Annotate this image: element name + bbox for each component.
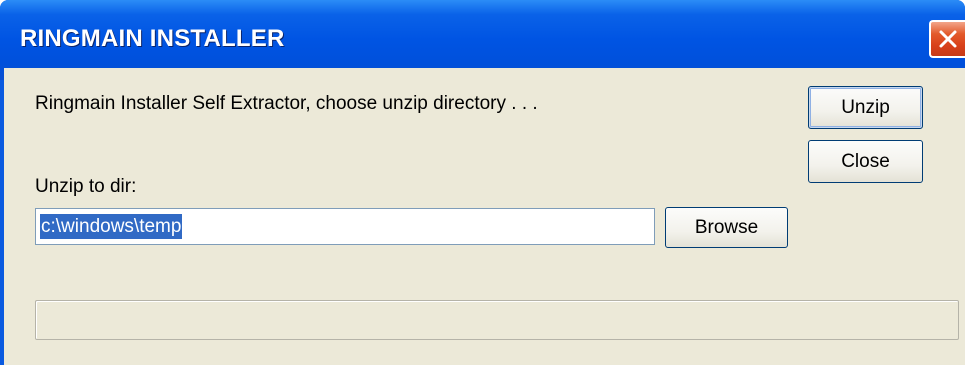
extraction-progress-bar [35,300,959,340]
unzip-button-label: Unzip [841,97,890,118]
close-button[interactable]: Close [808,140,923,183]
installer-window: RINGMAIN INSTALLER Ringmain Installer Se… [0,0,965,365]
window-title: RINGMAIN INSTALLER [20,25,285,52]
window-close-button[interactable] [929,20,965,58]
dialog-body: Ringmain Installer Self Extractor, choos… [4,68,965,365]
unzip-directory-value: c:\windows\temp [40,214,183,239]
browse-button-label: Browse [694,217,759,238]
unzip-directory-input[interactable]: c:\windows\temp [35,208,655,245]
close-button-label: Close [841,151,890,172]
unzip-dir-label: Unzip to dir: [35,176,137,197]
close-icon [939,30,957,48]
browse-button[interactable]: Browse [665,207,788,248]
instruction-text: Ringmain Installer Self Extractor, choos… [35,93,538,114]
unzip-button[interactable]: Unzip [808,86,923,129]
